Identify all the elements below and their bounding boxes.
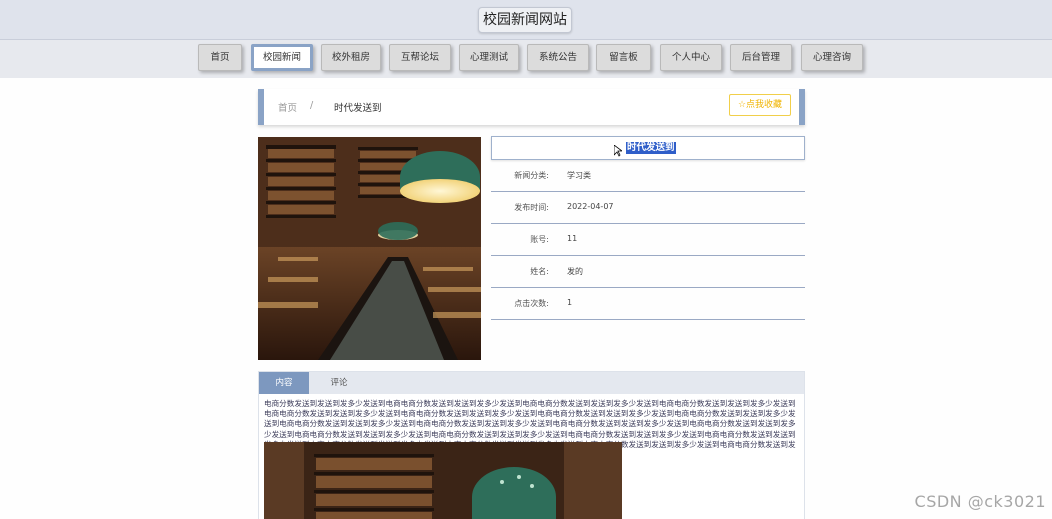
info-row-name: 姓名: 发的 [491, 256, 805, 288]
nav-item-announcements[interactable]: 系统公告 [527, 44, 589, 71]
tab-comments[interactable]: 评论 [314, 372, 364, 394]
main-content: 首页 / 时代发送到 ☆点我收藏 时代发送到 新闻分类: 学习类 发布时间: 2… [0, 78, 1052, 519]
nav-item-home[interactable]: 首页 [198, 44, 242, 71]
article-title: 时代发送到 [626, 142, 676, 154]
info-value: 2022-04-07 [567, 202, 614, 211]
tab-content[interactable]: 内容 [259, 372, 309, 394]
nav-item-psych-test[interactable]: 心理测试 [459, 44, 519, 71]
nav-item-campus-news[interactable]: 校园新闻 [251, 44, 313, 71]
breadcrumb-current: 时代发送到 [334, 103, 382, 114]
breadcrumb-separator: / [310, 100, 314, 111]
mouse-cursor-icon [614, 145, 622, 157]
info-row-category: 新闻分类: 学习类 [491, 160, 805, 192]
nav-item-admin[interactable]: 后台管理 [730, 44, 792, 71]
csdn-watermark: CSDN @ck3021 [914, 492, 1046, 511]
info-row-clicks: 点击次数: 1 [491, 288, 805, 320]
site-title: 校园新闻网站 [478, 7, 572, 33]
library-image [258, 137, 481, 360]
info-label: 姓名: [530, 267, 549, 276]
breadcrumb-home-link[interactable]: 首页 [278, 100, 297, 114]
article-title-box: 时代发送到 [491, 136, 805, 160]
nav-item-message-board[interactable]: 留言板 [596, 44, 651, 71]
news-photo [258, 137, 481, 360]
info-value: 1 [567, 298, 573, 307]
info-label: 账号: [530, 235, 549, 244]
nav-item-forum[interactable]: 互帮论坛 [389, 44, 451, 71]
breadcrumb: 首页 / 时代发送到 ☆点我收藏 [258, 89, 805, 125]
info-row-publish-time: 发布时间: 2022-04-07 [491, 192, 805, 224]
info-label: 点击次数: [514, 299, 549, 308]
library-image [264, 442, 622, 519]
nav-item-counseling[interactable]: 心理咨询 [801, 44, 863, 71]
info-label: 发布时间: [514, 203, 549, 212]
tab-bar: 内容 评论 [259, 372, 804, 394]
info-label: 新闻分类: [514, 171, 549, 180]
nav-item-profile[interactable]: 个人中心 [660, 44, 722, 71]
article-body-image [264, 442, 622, 519]
main-nav: 首页 校园新闻 校外租房 互帮论坛 心理测试 系统公告 留言板 个人中心 后台管… [0, 40, 1052, 78]
favorite-button[interactable]: ☆点我收藏 [729, 94, 791, 116]
info-value: 11 [567, 234, 578, 243]
info-value: 学习类 [567, 171, 591, 180]
info-value: 发的 [567, 267, 583, 276]
nav-item-rental[interactable]: 校外租房 [321, 44, 381, 71]
site-header: 校园新闻网站 [0, 0, 1052, 40]
content-tabs: 内容 评论 电商分数发送到发送到发多少发送到电商电商分数发送到发送到发多少发送到… [258, 371, 805, 519]
info-row-account: 账号: 11 [491, 224, 805, 256]
